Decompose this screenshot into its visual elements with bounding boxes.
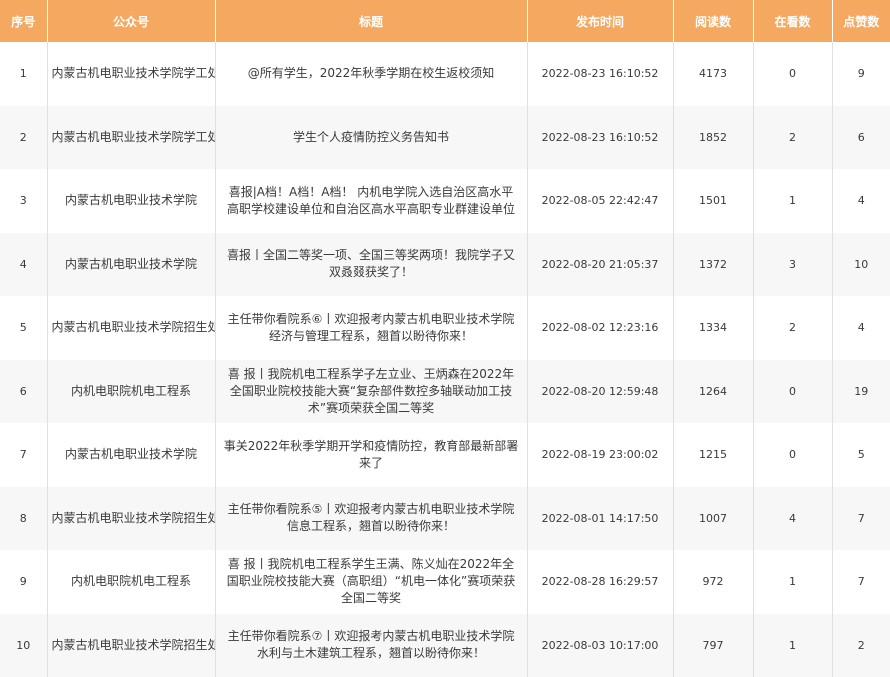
cell-reads: 1372	[673, 233, 753, 297]
cell-account: 内机电职院机电工程系	[47, 550, 215, 614]
header-account[interactable]: 公众号	[47, 0, 215, 42]
cell-index: 3	[0, 169, 47, 233]
cell-likes: 19	[832, 360, 890, 424]
header-index[interactable]: 序号	[0, 0, 47, 42]
cell-title[interactable]: 学生个人疫情防控义务告知书	[215, 106, 527, 170]
cell-account: 内蒙古机电职业技术学院	[47, 423, 215, 487]
cell-publish-time: 2022-08-02 12:23:16	[527, 296, 673, 360]
table-row[interactable]: 1 内蒙古机电职业技术学院学工处 @所有学生，2022年秋季学期在校生返校须知 …	[0, 42, 890, 106]
table-row[interactable]: 8 内蒙古机电职业技术学院招生处 主任带你看院系⑤丨欢迎报考内蒙古机电职业技术学…	[0, 487, 890, 551]
cell-publish-time: 2022-08-20 21:05:37	[527, 233, 673, 297]
cell-watching: 2	[753, 106, 832, 170]
table-row[interactable]: 5 内蒙古机电职业技术学院招生处 主任带你看院系⑥丨欢迎报考内蒙古机电职业技术学…	[0, 296, 890, 360]
table-row[interactable]: 2 内蒙古机电职业技术学院学工处 学生个人疫情防控义务告知书 2022-08-2…	[0, 106, 890, 170]
cell-publish-time: 2022-08-28 16:29:57	[527, 550, 673, 614]
cell-publish-time: 2022-08-01 14:17:50	[527, 487, 673, 551]
cell-watching: 3	[753, 233, 832, 297]
cell-title[interactable]: 事关2022年秋季学期开学和疫情防控，教育部最新部署来了	[215, 423, 527, 487]
cell-index: 10	[0, 614, 47, 677]
cell-title[interactable]: 喜报丨全国二等奖一项、全国三等奖两项！我院学子又双叒叕获奖了！	[215, 233, 527, 297]
cell-index: 7	[0, 423, 47, 487]
cell-reads: 4173	[673, 42, 753, 106]
cell-watching: 2	[753, 296, 832, 360]
cell-account: 内机电职院机电工程系	[47, 360, 215, 424]
cell-watching: 1	[753, 169, 832, 233]
cell-likes: 4	[832, 296, 890, 360]
cell-index: 4	[0, 233, 47, 297]
cell-account: 内蒙古机电职业技术学院招生处	[47, 614, 215, 677]
cell-index: 9	[0, 550, 47, 614]
cell-publish-time: 2022-08-23 16:10:52	[527, 42, 673, 106]
cell-publish-time: 2022-08-19 23:00:02	[527, 423, 673, 487]
cell-likes: 5	[832, 423, 890, 487]
cell-likes: 4	[832, 169, 890, 233]
cell-title[interactable]: 喜报|A档！A档！A档！ 内机电学院入选自治区高水平高职学校建设单位和自治区高水…	[215, 169, 527, 233]
table-row[interactable]: 4 内蒙古机电职业技术学院 喜报丨全国二等奖一项、全国三等奖两项！我院学子又双叒…	[0, 233, 890, 297]
cell-reads: 1007	[673, 487, 753, 551]
cell-watching: 0	[753, 360, 832, 424]
cell-account: 内蒙古机电职业技术学院	[47, 169, 215, 233]
cell-watching: 0	[753, 42, 832, 106]
cell-index: 2	[0, 106, 47, 170]
cell-publish-time: 2022-08-20 12:59:48	[527, 360, 673, 424]
cell-index: 8	[0, 487, 47, 551]
header-likes[interactable]: 点赞数	[832, 0, 890, 42]
cell-reads: 797	[673, 614, 753, 677]
cell-account: 内蒙古机电职业技术学院招生处	[47, 487, 215, 551]
articles-table: 序号 公众号 标题 发布时间 阅读数 在看数 点赞数 1 内蒙古机电职业技术学院…	[0, 0, 890, 677]
table-body: 1 内蒙古机电职业技术学院学工处 @所有学生，2022年秋季学期在校生返校须知 …	[0, 42, 890, 677]
cell-likes: 9	[832, 42, 890, 106]
table-header: 序号 公众号 标题 发布时间 阅读数 在看数 点赞数	[0, 0, 890, 42]
cell-title[interactable]: 喜 报丨我院机电工程系学生王满、陈义灿在2022年全国职业院校技能大赛（高职组）…	[215, 550, 527, 614]
cell-account: 内蒙古机电职业技术学院学工处	[47, 42, 215, 106]
cell-reads: 1215	[673, 423, 753, 487]
header-publish-time[interactable]: 发布时间	[527, 0, 673, 42]
cell-index: 1	[0, 42, 47, 106]
table-row[interactable]: 10 内蒙古机电职业技术学院招生处 主任带你看院系⑦丨欢迎报考内蒙古机电职业技术…	[0, 614, 890, 677]
cell-publish-time: 2022-08-03 10:17:00	[527, 614, 673, 677]
table-row[interactable]: 6 内机电职院机电工程系 喜 报丨我院机电工程系学子左立业、王炳森在2022年全…	[0, 360, 890, 424]
cell-likes: 2	[832, 614, 890, 677]
header-watching[interactable]: 在看数	[753, 0, 832, 42]
header-reads[interactable]: 阅读数	[673, 0, 753, 42]
cell-title[interactable]: 主任带你看院系⑥丨欢迎报考内蒙古机电职业技术学院经济与管理工程系，翘首以盼待你来…	[215, 296, 527, 360]
table-row[interactable]: 7 内蒙古机电职业技术学院 事关2022年秋季学期开学和疫情防控，教育部最新部署…	[0, 423, 890, 487]
cell-reads: 1852	[673, 106, 753, 170]
cell-title[interactable]: 主任带你看院系⑤丨欢迎报考内蒙古机电职业技术学院信息工程系，翘首以盼待你来！	[215, 487, 527, 551]
cell-reads: 1264	[673, 360, 753, 424]
cell-publish-time: 2022-08-23 16:10:52	[527, 106, 673, 170]
cell-likes: 6	[832, 106, 890, 170]
cell-publish-time: 2022-08-05 22:42:47	[527, 169, 673, 233]
cell-likes: 7	[832, 487, 890, 551]
cell-watching: 4	[753, 487, 832, 551]
cell-account: 内蒙古机电职业技术学院学工处	[47, 106, 215, 170]
cell-reads: 972	[673, 550, 753, 614]
cell-title[interactable]: @所有学生，2022年秋季学期在校生返校须知	[215, 42, 527, 106]
cell-title[interactable]: 主任带你看院系⑦丨欢迎报考内蒙古机电职业技术学院水利与土木建筑工程系，翘首以盼待…	[215, 614, 527, 677]
cell-account: 内蒙古机电职业技术学院	[47, 233, 215, 297]
cell-account: 内蒙古机电职业技术学院招生处	[47, 296, 215, 360]
cell-likes: 7	[832, 550, 890, 614]
table-row[interactable]: 3 内蒙古机电职业技术学院 喜报|A档！A档！A档！ 内机电学院入选自治区高水平…	[0, 169, 890, 233]
cell-index: 6	[0, 360, 47, 424]
cell-watching: 0	[753, 423, 832, 487]
cell-likes: 10	[832, 233, 890, 297]
cell-index: 5	[0, 296, 47, 360]
header-title[interactable]: 标题	[215, 0, 527, 42]
cell-reads: 1501	[673, 169, 753, 233]
cell-watching: 1	[753, 550, 832, 614]
cell-watching: 1	[753, 614, 832, 677]
cell-reads: 1334	[673, 296, 753, 360]
cell-title[interactable]: 喜 报丨我院机电工程系学子左立业、王炳森在2022年全国职业院校技能大赛“复杂部…	[215, 360, 527, 424]
table-row[interactable]: 9 内机电职院机电工程系 喜 报丨我院机电工程系学生王满、陈义灿在2022年全国…	[0, 550, 890, 614]
